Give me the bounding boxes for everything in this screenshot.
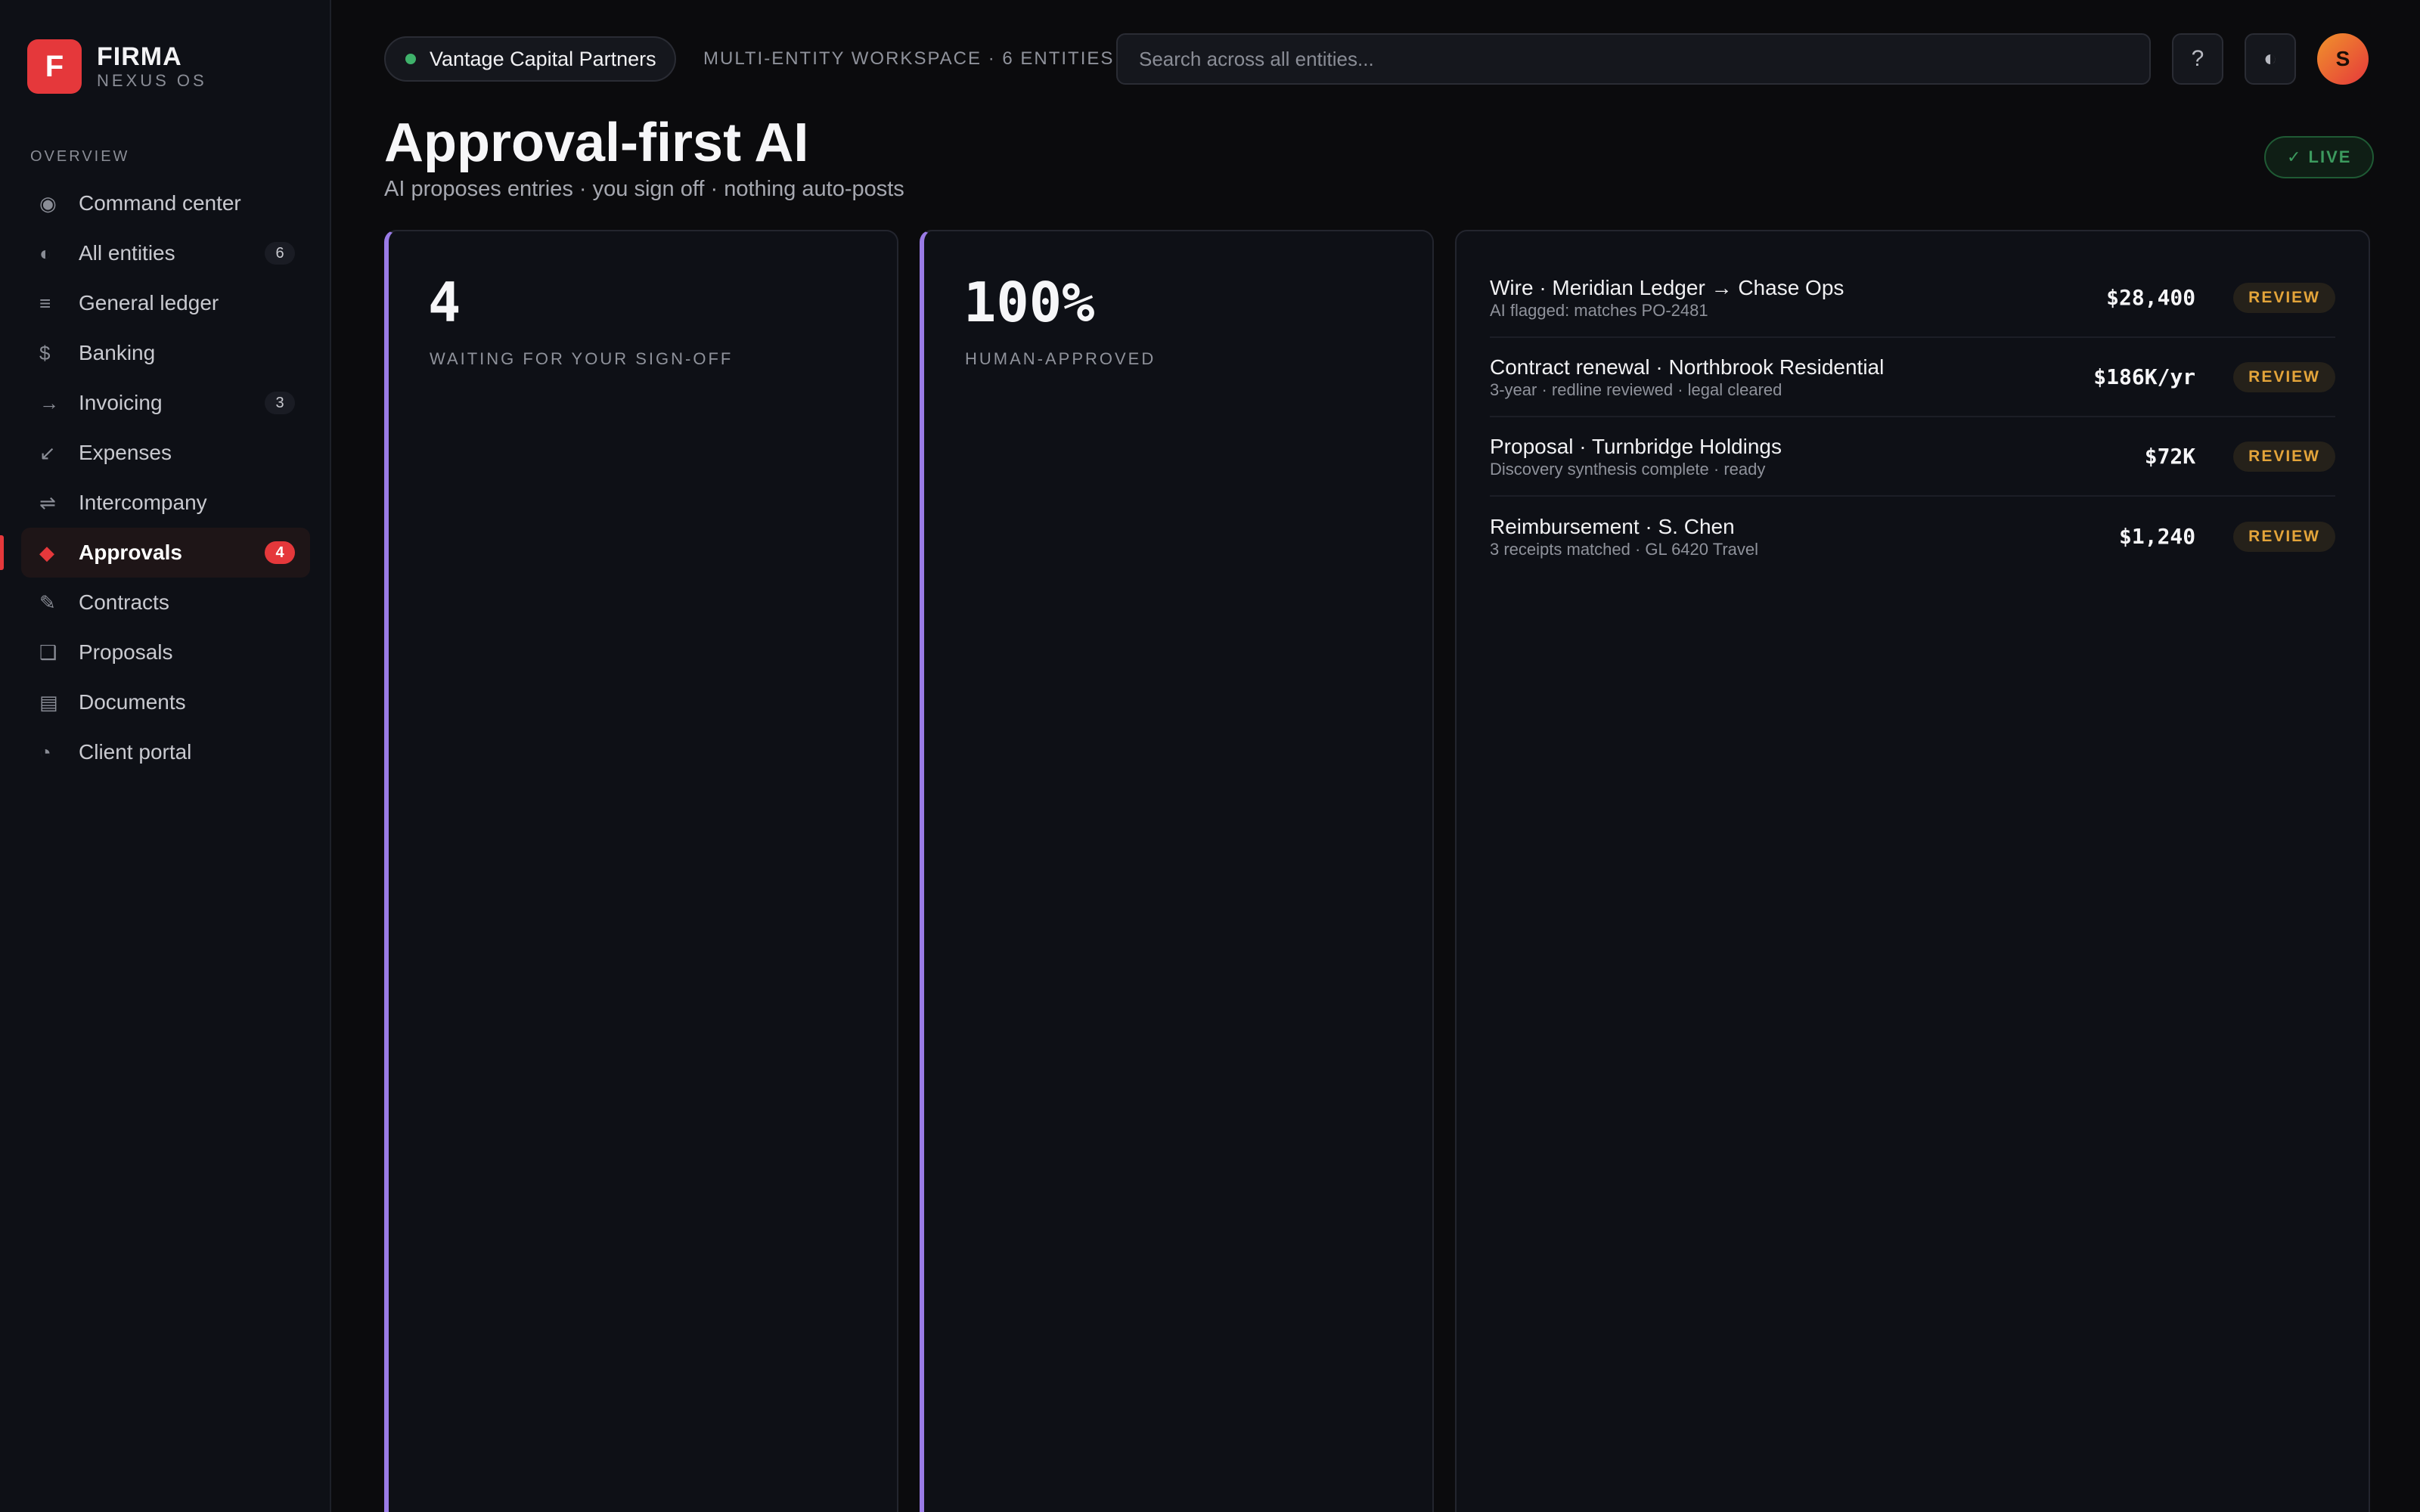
queue-row-amount: $1,240 [2119, 524, 2196, 549]
dollar-icon: $ [39, 341, 51, 364]
pie-icon: ◔ [39, 740, 51, 764]
queue-row-title: Contract renewal · Northbrook Residentia… [1490, 355, 1885, 379]
sidebar-item-label: Contracts [79, 590, 169, 614]
queue-row[interactable]: Wire · Meridian Ledger → Chase Ops AI fl… [1490, 259, 2335, 338]
sidebar-item-all-entities[interactable]: ◐ All entities 6 [21, 228, 310, 278]
stat-value: 4 [428, 271, 461, 334]
queue-row-subtitle: 3 receipts matched · GL 6420 Travel [1490, 539, 1759, 559]
sidebar-item-command-center[interactable]: ◉ Command center [21, 178, 310, 228]
search-bar[interactable] [1116, 33, 2151, 85]
sidebar-nav: ◉ Command center ◐ All entities 6 ≡ General le… [0, 178, 310, 777]
sidebar-item-label: Proposals [79, 640, 173, 664]
queue-row-text: Proposal · Turnbridge Holdings Discovery… [1490, 434, 2145, 479]
sidebar-item-label: Client portal [79, 740, 192, 764]
nav-section-label: OVERVIEW [30, 148, 130, 165]
queue-row-amount: $72K [2144, 444, 2196, 469]
sidebar-item-label: Invoicing [79, 391, 163, 414]
arrow-right-icon: → [39, 391, 59, 414]
brand-subtitle: NEXUS OS [97, 71, 207, 90]
active-indicator [0, 535, 4, 570]
queue-row[interactable]: Proposal · Turnbridge Holdings Discovery… [1490, 417, 2335, 497]
stat-label: WAITING FOR YOUR SIGN-OFF [430, 349, 734, 368]
sidebar-item-label: Intercompany [79, 491, 207, 514]
review-button[interactable]: REVIEW [2233, 441, 2335, 472]
help-button[interactable]: ? [2172, 33, 2223, 85]
review-button[interactable]: REVIEW [2233, 521, 2335, 552]
live-status-badge: ✓ LIVE [2264, 136, 2375, 178]
lines-icon: ≡ [39, 291, 51, 314]
document-icon: ▤ [39, 690, 58, 714]
review-button[interactable]: REVIEW [2233, 282, 2335, 313]
arrow-down-left-icon: ↙ [39, 441, 56, 464]
count-badge: 6 [265, 242, 295, 265]
queue-row-title: Proposal · Turnbridge Holdings [1490, 434, 1782, 458]
queue-row-title: Reimbursement · S. Chen [1490, 514, 1735, 538]
page-subtitle: AI proposes entries · you sign off · not… [384, 177, 904, 201]
sidebar-item-intercompany[interactable]: ⇌ Intercompany [21, 478, 310, 528]
theme-icon: ◐ [2263, 46, 2278, 71]
sidebar-item-label: Approvals [79, 541, 182, 564]
page-title: Approval-first AI [384, 113, 809, 173]
queue-row-title: Wire · Meridian Ledger → Chase Ops [1490, 275, 1844, 299]
help-icon: ? [2191, 46, 2204, 71]
sidebar: F FIRMA NEXUS OS OVERVIEW ◉ Command cente… [0, 0, 331, 1512]
sidebar-item-client-portal[interactable]: ◔ Client portal [21, 727, 310, 777]
diamond-icon: ◆ [39, 541, 54, 564]
avatar[interactable]: S [2317, 33, 2369, 85]
brand-name: FIRMA [97, 42, 182, 71]
queue-row-text: Reimbursement · S. Chen 3 receipts match… [1490, 514, 2119, 559]
entity-status-dot [405, 54, 416, 64]
sidebar-item-label: General ledger [79, 291, 219, 314]
queue-row-amount: $186K/yr [2093, 364, 2196, 389]
stat-label: HUMAN-APPROVED [965, 349, 1156, 368]
sidebar-item-proposals[interactable]: ❑ Proposals [21, 627, 310, 677]
sidebar-item-label: Command center [79, 191, 241, 215]
sidebar-item-contracts[interactable]: ✎ Contracts [21, 578, 310, 627]
sidebar-item-label: All entities [79, 241, 175, 265]
queue-row[interactable]: Contract renewal · Northbrook Residentia… [1490, 338, 2335, 417]
stat-value: 100% [963, 271, 1095, 334]
sidebar-item-label: Banking [79, 341, 156, 364]
sidebar-item-approvals[interactable]: ◆ Approvals 4 [0, 528, 310, 578]
theme-toggle-button[interactable]: ◐ [2245, 33, 2296, 85]
queue-row[interactable]: Reimbursement · S. Chen 3 receipts match… [1490, 497, 2335, 576]
count-badge: 3 [265, 392, 295, 414]
queue-row-subtitle: AI flagged: matches PO-2481 [1490, 300, 1708, 320]
approval-queue: Wire · Meridian Ledger → Chase Ops AI fl… [1455, 230, 2370, 1512]
queue-row-text: Wire · Meridian Ledger → Chase Ops AI fl… [1490, 275, 2106, 321]
sidebar-item-banking[interactable]: $ Banking [21, 328, 310, 378]
stat-card-approved: 100% HUMAN-APPROVED [920, 230, 1434, 1512]
brand-text: FIRMA NEXUS OS [97, 42, 207, 91]
sidebar-item-invoicing[interactable]: → Invoicing 3 [21, 378, 310, 428]
review-button[interactable]: REVIEW [2233, 361, 2335, 392]
queue-row-amount: $28,400 [2106, 285, 2196, 310]
stat-card-waiting: 4 WAITING FOR YOUR SIGN-OFF [384, 230, 898, 1512]
queue-row-subtitle: Discovery synthesis complete · ready [1490, 459, 1766, 479]
search-input[interactable] [1139, 47, 2149, 71]
target-icon: ◉ [39, 191, 57, 215]
entity-switcher[interactable]: Vantage Capital Partners [384, 36, 676, 82]
pen-icon: ✎ [39, 590, 56, 614]
workspace-label: MULTI-ENTITY WORKSPACE · 6 ENTITIES [703, 48, 1115, 69]
entity-name: Vantage Capital Partners [430, 47, 656, 70]
brand[interactable]: F FIRMA NEXUS OS [27, 39, 207, 94]
half-circle-icon: ◐ [39, 241, 51, 265]
sidebar-item-documents[interactable]: ▤ Documents [21, 677, 310, 727]
sidebar-item-general-ledger[interactable]: ≡ General ledger [21, 278, 310, 328]
sidebar-item-expenses[interactable]: ↙ Expenses [21, 428, 310, 478]
sidebar-item-label: Expenses [79, 441, 172, 464]
count-badge: 4 [265, 541, 295, 564]
sidebar-item-label: Documents [79, 690, 186, 714]
square-icon: ❑ [39, 640, 57, 664]
brand-logo: F [27, 39, 82, 94]
queue-row-subtitle: 3-year · redline reviewed · legal cleare… [1490, 380, 1782, 399]
queue-row-text: Contract renewal · Northbrook Residentia… [1490, 355, 2093, 400]
swap-icon: ⇌ [39, 491, 56, 514]
